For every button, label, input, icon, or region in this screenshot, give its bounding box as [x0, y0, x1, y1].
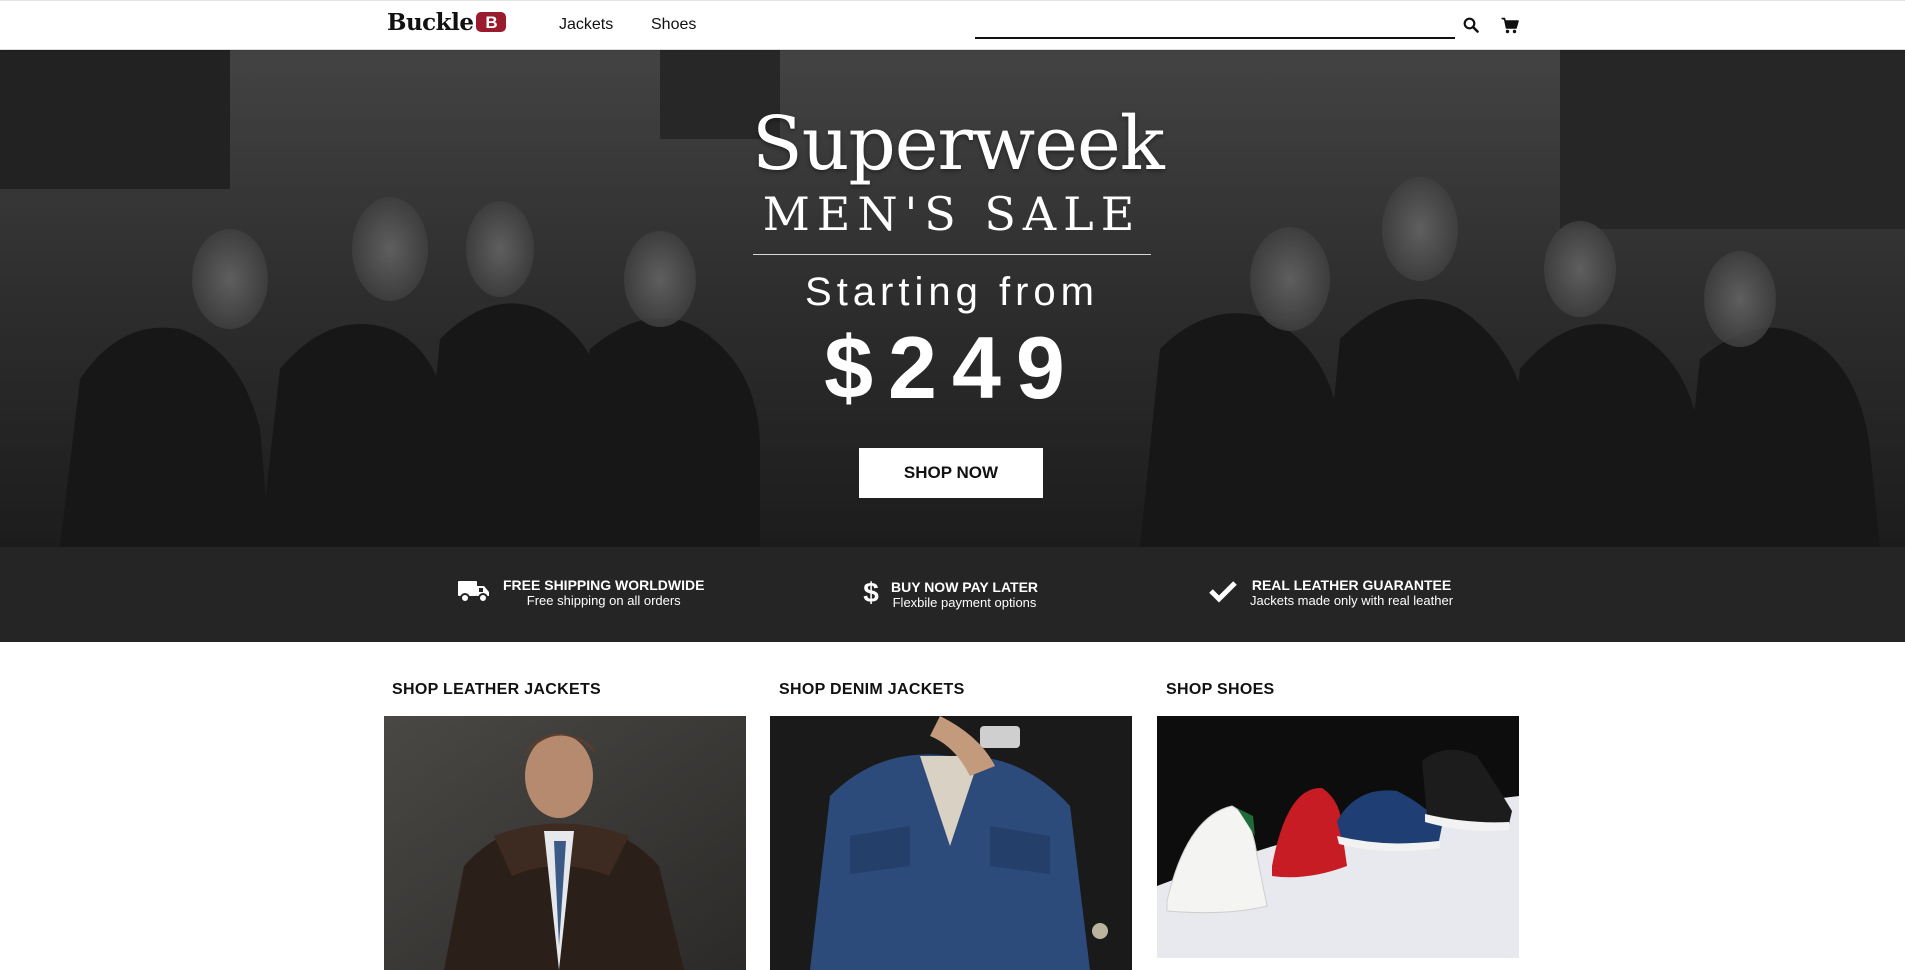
- search-input[interactable]: [975, 11, 1455, 39]
- feature-text: REAL LEATHER GUARANTEE Jackets made only…: [1250, 577, 1453, 609]
- logo-badge: B: [476, 12, 507, 32]
- brand-logo[interactable]: Buckle B: [387, 8, 507, 36]
- hero-subtitle: MEN'S SALE: [762, 187, 1142, 241]
- site-header: Buckle B Jackets Shoes: [0, 0, 1905, 50]
- feature-subtitle: Free shipping on all orders: [526, 593, 681, 608]
- cart-icon[interactable]: [1500, 15, 1520, 35]
- hero-starting-label: Starting from: [805, 270, 1099, 314]
- category-image-shoes[interactable]: [1157, 716, 1519, 958]
- logo-text: Buckle: [387, 8, 474, 36]
- hero-title: Superweek: [752, 101, 1165, 187]
- shop-now-button[interactable]: SHOP NOW: [859, 448, 1043, 498]
- feature-subtitle: Jackets made only with real leather: [1250, 593, 1454, 608]
- features-bar: FREE SHIPPING WORLDWIDE Free shipping on…: [0, 547, 1905, 642]
- hero-text-block: Superweek MEN'S SALE Starting from $249: [752, 101, 1165, 417]
- truck-icon: [457, 578, 491, 609]
- dollar-icon: $: [863, 577, 879, 612]
- svg-text:$: $: [863, 577, 879, 607]
- category-image-leather-jackets[interactable]: [384, 716, 746, 970]
- feature-text: BUY NOW PAY LATER Flexbile payment optio…: [891, 579, 1038, 611]
- feature-title: REAL LEATHER GUARANTEE: [1251, 577, 1452, 593]
- category-title-denim[interactable]: SHOP DENIM JACKETS: [779, 681, 965, 699]
- nav-link-jackets[interactable]: Jackets: [559, 16, 613, 34]
- checkmark-icon: [1208, 579, 1238, 608]
- nav-link-shoes[interactable]: Shoes: [651, 16, 696, 34]
- category-image-denim-jackets[interactable]: [770, 716, 1132, 970]
- hero-divider: [753, 254, 1151, 255]
- feature-text: FREE SHIPPING WORLDWIDE Free shipping on…: [503, 577, 704, 609]
- feature-subtitle: Flexbile payment options: [892, 594, 1037, 610]
- search-icon[interactable]: [1461, 15, 1481, 35]
- hero-banner: Superweek MEN'S SALE Starting from $249 …: [0, 49, 1905, 547]
- feature-leather-guarantee: REAL LEATHER GUARANTEE Jackets made only…: [1208, 577, 1453, 609]
- hero-price: $249: [824, 318, 1080, 417]
- feature-pay-later: $ BUY NOW PAY LATER Flexbile payment opt…: [863, 577, 1038, 612]
- feature-title: FREE SHIPPING WORLDWIDE: [503, 577, 705, 593]
- feature-free-shipping: FREE SHIPPING WORLDWIDE Free shipping on…: [457, 577, 704, 609]
- category-title-shoes[interactable]: SHOP SHOES: [1166, 681, 1275, 699]
- feature-title: BUY NOW PAY LATER: [891, 578, 1039, 595]
- category-title-leather[interactable]: SHOP LEATHER JACKETS: [392, 681, 601, 699]
